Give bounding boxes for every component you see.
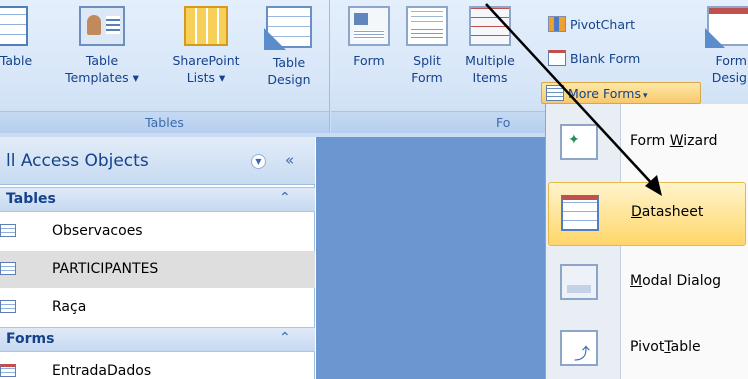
pivotchart-icon: [548, 16, 566, 32]
form-button[interactable]: Form: [345, 6, 393, 69]
modal-dialog-icon: [560, 264, 598, 300]
table-icon: [0, 300, 16, 313]
table-templates-icon: [79, 6, 125, 46]
nav-item-raca[interactable]: Raça: [0, 289, 315, 326]
nav-header[interactable]: ll Access Objects ▼ «: [0, 137, 315, 185]
table-design-button[interactable]: Table Design: [256, 6, 322, 88]
table-button[interactable]: Table: [0, 6, 36, 69]
multiple-items-button[interactable]: Multiple Items: [459, 6, 521, 86]
table-icon: [0, 262, 16, 275]
tables-group-label: Tables: [0, 111, 329, 133]
pivottable-icon: [560, 330, 598, 366]
table-design-icon: [264, 6, 312, 50]
table-icon: [0, 6, 28, 46]
form-icon: [348, 6, 390, 46]
nav-item-participantes[interactable]: PARTICIPANTES: [0, 251, 315, 288]
split-form-icon: [406, 6, 448, 46]
form-wizard-icon: [560, 124, 598, 160]
more-forms-icon: [546, 85, 564, 101]
form-design-icon: [705, 6, 748, 48]
pivotchart-button[interactable]: PivotChart: [548, 14, 635, 36]
blank-form-icon: [548, 50, 566, 66]
menu-item-pivottable[interactable]: PivotTable: [548, 318, 746, 379]
shutter-bar-close-icon[interactable]: «: [285, 151, 294, 169]
table-templates-button[interactable]: Table Templates ▾: [62, 6, 142, 86]
collapse-icon[interactable]: ⌃: [279, 190, 291, 206]
collapse-icon[interactable]: ⌃: [279, 330, 291, 346]
nav-section-tables[interactable]: Tables ⌃: [0, 187, 315, 212]
table-icon: [0, 224, 16, 237]
datasheet-icon: [561, 195, 599, 231]
nav-item-observacoes[interactable]: Observacoes: [0, 213, 315, 250]
blank-form-button[interactable]: Blank Form: [548, 48, 640, 70]
sharepoint-lists-button[interactable]: SharePoint Lists ▾: [163, 6, 249, 86]
nav-section-forms[interactable]: Forms ⌃: [0, 327, 315, 352]
menu-item-datasheet[interactable]: Datasheet: [548, 182, 746, 246]
multiple-items-icon: [469, 6, 511, 46]
navigation-pane: ll Access Objects ▼ « Tables ⌃ Observaco…: [0, 137, 315, 379]
form-design-button[interactable]: Form Desig: [701, 6, 748, 86]
nav-dropdown-icon[interactable]: ▼: [251, 154, 266, 169]
more-forms-button[interactable]: More Forms ▾: [541, 82, 701, 104]
menu-item-modal-dialog[interactable]: Modal Dialog: [548, 252, 746, 316]
nav-title: ll Access Objects: [6, 151, 149, 171]
menu-item-form-wizard[interactable]: Form Wizard: [548, 112, 746, 176]
tables-group: Table Table Templates ▾ SharePoint Lists…: [0, 0, 330, 133]
sharepoint-lists-icon: [184, 6, 228, 46]
chevron-down-icon: ▾: [642, 91, 648, 101]
more-forms-menu: Form Wizard Datasheet Modal Dialog Pivot…: [545, 104, 748, 379]
form-icon: [0, 364, 16, 377]
split-form-button[interactable]: Split Form: [403, 6, 451, 86]
nav-item-entradadados[interactable]: EntradaDados: [0, 353, 315, 379]
